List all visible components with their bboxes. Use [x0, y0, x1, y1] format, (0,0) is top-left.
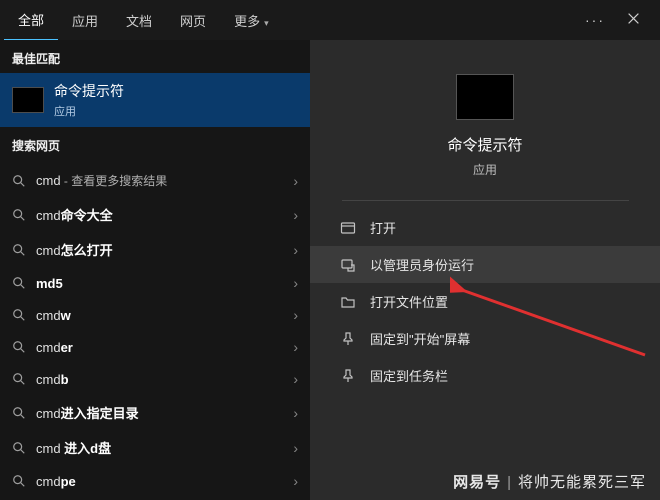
- search-icon: [12, 243, 26, 257]
- cmd-preview-icon: [456, 74, 514, 120]
- search-icon: [12, 441, 26, 455]
- web-result-item[interactable]: cmd - 查看更多搜索结果›: [0, 164, 310, 197]
- web-result-item[interactable]: cmdb›: [0, 363, 310, 395]
- folder-icon: [340, 294, 356, 310]
- chevron-right-icon: ›: [293, 242, 298, 258]
- close-button[interactable]: [615, 4, 652, 36]
- web-result-label: cmd命令大全: [36, 205, 293, 224]
- web-result-item[interactable]: cmd怎么打开›: [0, 232, 310, 267]
- pin-taskbar-icon: [340, 368, 356, 384]
- web-result-label: cmd 进入d盘: [36, 438, 293, 457]
- search-icon: [12, 208, 26, 222]
- close-icon: [627, 12, 640, 25]
- search-icon: [12, 474, 26, 488]
- web-result-label: cmdb: [36, 372, 293, 387]
- web-results-list: cmd - 查看更多搜索结果›cmd命令大全›cmd怎么打开›md5›cmdw›…: [0, 160, 310, 500]
- best-match-subtitle: 应用: [54, 103, 124, 119]
- pin-start-icon: [340, 331, 356, 347]
- action-run-as-admin-label: 以管理员身份运行: [370, 255, 474, 274]
- preview-panel: 命令提示符 应用 打开 以管理员身份运行 打开文件位置: [310, 40, 660, 500]
- web-result-label: cmd - 查看更多搜索结果: [36, 172, 293, 189]
- search-icon: [12, 174, 26, 188]
- actions-list: 打开 以管理员身份运行 打开文件位置 固定到"开始"屏幕: [310, 209, 660, 394]
- best-match-item[interactable]: 命令提示符 应用: [0, 73, 310, 127]
- web-result-item[interactable]: cmdw›: [0, 299, 310, 331]
- shield-icon: [340, 257, 356, 273]
- watermark: 网易号|将帅无能累死三军: [453, 471, 646, 492]
- chevron-right-icon: ›: [293, 339, 298, 355]
- search-tabs: 全部 应用 文档 网页 更多 ▾ ···: [0, 0, 660, 40]
- divider: [342, 200, 629, 201]
- chevron-right-icon: ›: [293, 440, 298, 456]
- cmd-thumbnail-icon: [12, 87, 44, 113]
- tab-apps[interactable]: 应用: [58, 1, 112, 40]
- watermark-brand: 网易号: [453, 474, 501, 491]
- web-result-item[interactable]: cmd命令大全›: [0, 197, 310, 232]
- web-result-label: cmder: [36, 340, 293, 355]
- web-result-item[interactable]: cmdpe›: [0, 465, 310, 497]
- search-icon: [12, 276, 26, 290]
- web-result-item[interactable]: cmd 进入d盘›: [0, 430, 310, 465]
- chevron-down-icon: ▾: [264, 18, 269, 28]
- action-pin-start[interactable]: 固定到"开始"屏幕: [310, 320, 660, 357]
- search-icon: [12, 406, 26, 420]
- search-icon: [12, 372, 26, 386]
- action-open-label: 打开: [370, 218, 396, 237]
- web-result-item[interactable]: cmder›: [0, 331, 310, 363]
- web-result-label: cmdw: [36, 308, 293, 323]
- tab-web[interactable]: 网页: [166, 1, 220, 40]
- web-result-label: cmdpe: [36, 474, 293, 489]
- action-open[interactable]: 打开: [310, 209, 660, 246]
- action-pin-taskbar[interactable]: 固定到任务栏: [310, 357, 660, 394]
- search-icon: [12, 308, 26, 322]
- web-result-label: cmd进入指定目录: [36, 403, 293, 422]
- search-web-header: 搜索网页: [0, 127, 310, 160]
- search-icon: [12, 340, 26, 354]
- preview-title: 命令提示符: [447, 134, 522, 155]
- watermark-text: 将帅无能累死三军: [518, 474, 646, 491]
- web-result-label: cmd怎么打开: [36, 240, 293, 259]
- action-open-location-label: 打开文件位置: [370, 292, 448, 311]
- tab-docs[interactable]: 文档: [112, 1, 166, 40]
- open-icon: [340, 220, 356, 236]
- tab-more[interactable]: 更多 ▾: [220, 1, 283, 40]
- tab-all[interactable]: 全部: [4, 0, 58, 41]
- web-result-item[interactable]: cmd进入指定目录›: [0, 395, 310, 430]
- chevron-right-icon: ›: [293, 275, 298, 291]
- best-match-title: 命令提示符: [54, 81, 124, 101]
- more-options-button[interactable]: ···: [575, 4, 615, 36]
- action-open-location[interactable]: 打开文件位置: [310, 283, 660, 320]
- chevron-right-icon: ›: [293, 405, 298, 421]
- chevron-right-icon: ›: [293, 371, 298, 387]
- action-run-as-admin[interactable]: 以管理员身份运行: [310, 246, 660, 283]
- web-result-item[interactable]: md5›: [0, 267, 310, 299]
- chevron-right-icon: ›: [293, 307, 298, 323]
- web-result-label: md5: [36, 276, 293, 291]
- preview-block: 命令提示符 应用: [447, 74, 522, 178]
- tab-more-label: 更多: [234, 14, 260, 29]
- action-pin-taskbar-label: 固定到任务栏: [370, 366, 448, 385]
- preview-subtitle: 应用: [447, 161, 522, 178]
- chevron-right-icon: ›: [293, 207, 298, 223]
- chevron-right-icon: ›: [293, 473, 298, 489]
- results-panel: 最佳匹配 命令提示符 应用 搜索网页 cmd - 查看更多搜索结果›cmd命令大…: [0, 40, 310, 500]
- action-pin-start-label: 固定到"开始"屏幕: [370, 329, 470, 348]
- best-match-header: 最佳匹配: [0, 40, 310, 73]
- chevron-right-icon: ›: [293, 173, 298, 189]
